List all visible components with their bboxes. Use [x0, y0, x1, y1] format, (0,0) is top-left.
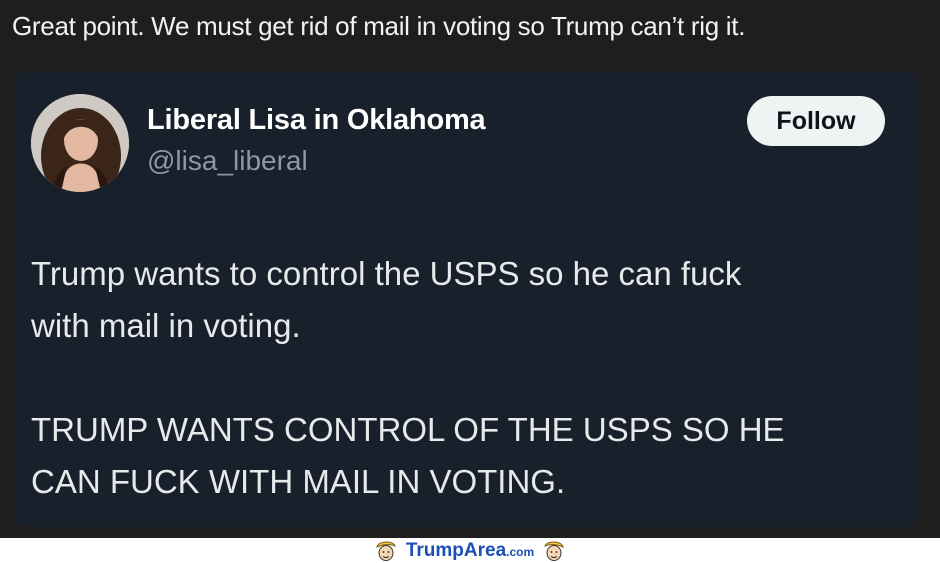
screenshot-area: Great point. We must get rid of mail in …	[0, 0, 940, 538]
watermark-text: TrumpArea.com	[405, 539, 535, 561]
avatar-image	[31, 94, 129, 192]
trump-face-icon	[544, 541, 564, 561]
reply-text: Great point. We must get rid of mail in …	[12, 11, 746, 41]
tweet-paragraph: TRUMP WANTS CONTROL OF THE USPS SO HE CA…	[31, 411, 785, 500]
trump-face-icon	[376, 541, 396, 561]
tweet-body: Trump wants to control the USPS so he ca…	[31, 248, 911, 508]
tweet-paragraph: Trump wants to control the USPS so he ca…	[31, 255, 742, 344]
follow-button[interactable]: Follow	[747, 96, 885, 146]
watermark: TrumpArea.com	[0, 538, 940, 563]
quoted-tweet-card[interactable]: Liberal Lisa in Oklahoma @lisa_liberal F…	[13, 72, 920, 527]
user-handle[interactable]: @lisa_liberal	[147, 145, 308, 177]
avatar[interactable]	[31, 94, 129, 192]
display-name[interactable]: Liberal Lisa in Oklahoma	[147, 104, 486, 137]
